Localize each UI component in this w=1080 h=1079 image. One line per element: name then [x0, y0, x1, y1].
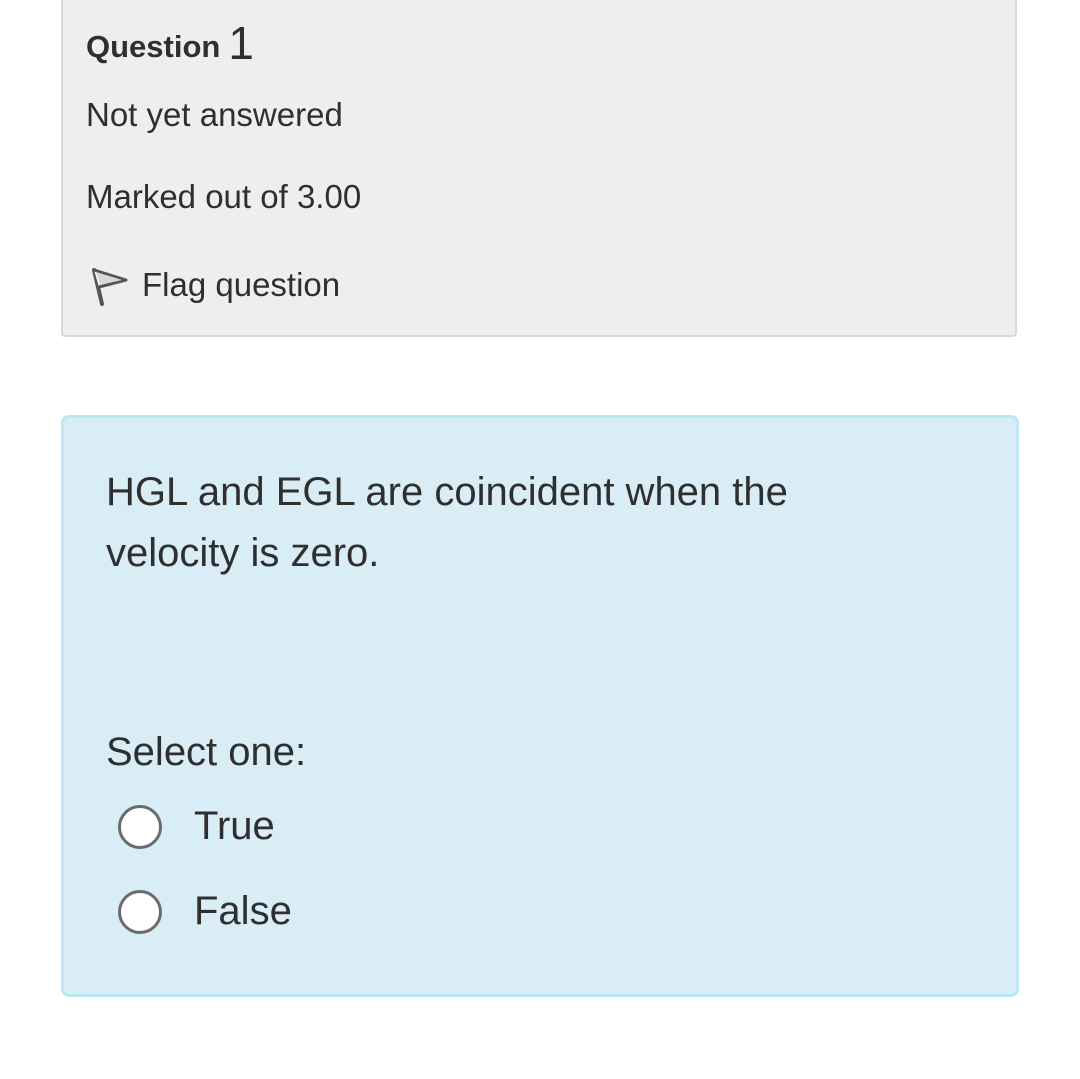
answer-label-true[interactable]: True [194, 804, 275, 849]
question-state: Not yet answered [86, 96, 343, 133]
answer-option-false[interactable]: False [118, 889, 292, 934]
flag-icon[interactable] [88, 262, 128, 308]
question-text: HGL and EGL are coincident when the velo… [106, 470, 788, 575]
question-label: Question [86, 29, 221, 64]
flag-question-link[interactable]: Flag question [88, 262, 340, 308]
question-heading: Question 1 [86, 16, 254, 70]
radio-true[interactable] [118, 804, 162, 849]
question-number: 1 [228, 17, 254, 69]
flag-question-label[interactable]: Flag question [142, 266, 340, 304]
radio-false[interactable] [118, 889, 162, 934]
answer-label-false[interactable]: False [194, 889, 292, 934]
question-grade: Marked out of 3.00 [86, 178, 362, 215]
answer-option-true[interactable]: True [118, 804, 275, 849]
question-formulation: HGL and EGL are coincident when the velo… [61, 415, 1019, 997]
select-prompt: Select one: [106, 730, 307, 774]
question-info-panel: Question 1 Not yet answered Marked out of… [61, 0, 1017, 337]
